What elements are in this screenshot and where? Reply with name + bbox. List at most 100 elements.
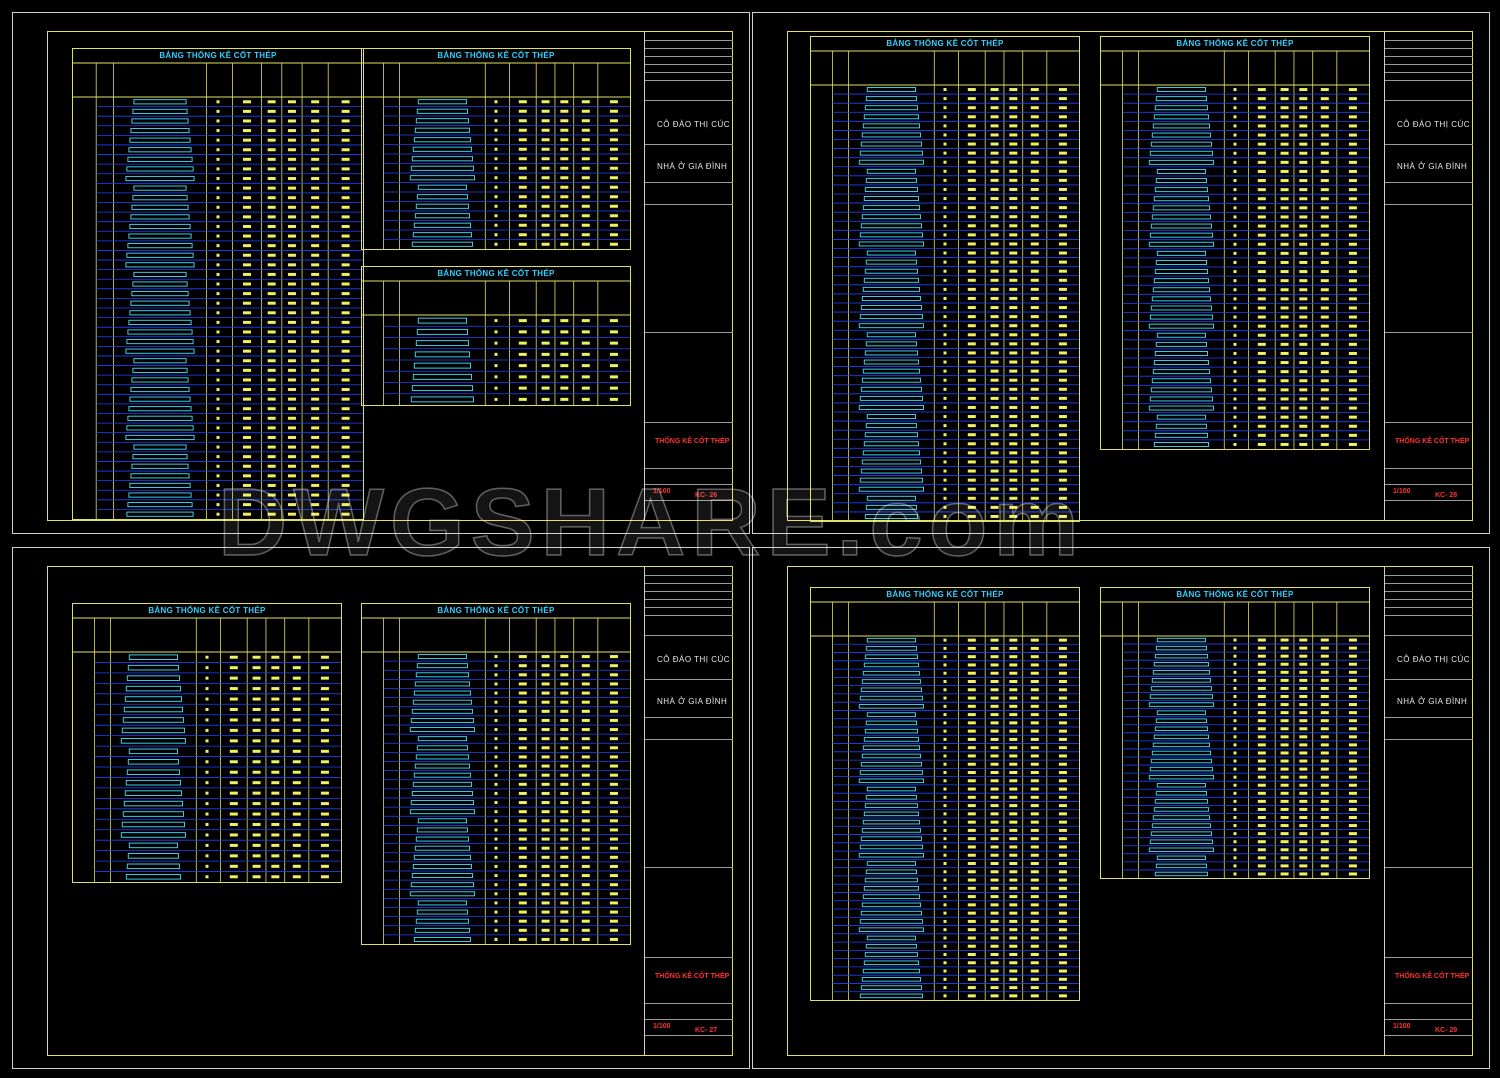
sheet-frame: CÔ ĐÀO THỊ CÚC NHÀ Ở GIA ĐÌNH THỐNG KÊ CỐT… <box>47 31 733 521</box>
value-cell <box>518 728 527 732</box>
value-cell <box>494 319 498 323</box>
title-block-divider <box>645 72 733 73</box>
value-cell <box>1009 969 1018 973</box>
value-cell <box>494 718 498 722</box>
value-cell <box>1233 695 1237 698</box>
value-cell <box>541 319 550 323</box>
value-cell <box>967 895 976 899</box>
value-cell <box>1058 442 1067 446</box>
rebar-shape <box>126 863 180 870</box>
value-cell <box>541 718 550 722</box>
value-cell <box>518 330 527 334</box>
value-cell <box>1257 124 1266 128</box>
value-cell <box>967 415 976 419</box>
rebar-shape <box>412 781 472 787</box>
value-cell <box>1299 791 1308 795</box>
value-cell <box>1030 721 1039 725</box>
value-cell <box>581 764 590 768</box>
value-cell <box>560 846 569 850</box>
value-cell <box>967 977 976 981</box>
value-cell <box>1348 188 1357 192</box>
value-cell <box>1058 928 1067 932</box>
rebar-shape <box>1155 863 1207 869</box>
title-block-divider <box>1385 144 1473 145</box>
rebar-shape <box>863 811 919 817</box>
rebar-shape <box>122 717 184 723</box>
value-cell <box>1030 795 1039 799</box>
title-block-divider <box>645 679 733 680</box>
rebar-shape <box>129 310 191 316</box>
value-cell <box>1030 269 1039 273</box>
value-cell <box>287 416 296 420</box>
value-cell <box>216 263 220 267</box>
value-cell <box>541 883 550 887</box>
value-cell <box>518 810 527 814</box>
value-cell <box>229 812 238 816</box>
value-cell <box>1233 415 1237 419</box>
value-cell <box>1348 124 1357 128</box>
title-block-divider <box>1385 100 1473 101</box>
value-cell <box>292 697 301 701</box>
value-cell <box>967 944 976 948</box>
value-cell <box>1280 151 1289 155</box>
value-cell <box>1233 824 1237 828</box>
value-cell <box>990 424 999 428</box>
value-cell <box>1058 278 1067 282</box>
drawing-title: THỐNG KÊ CỐT THÉP <box>655 973 730 980</box>
rebar-shape <box>858 241 924 247</box>
value-cell <box>560 233 569 237</box>
value-cell <box>1280 686 1289 690</box>
rebar-shape <box>133 358 187 364</box>
value-cell <box>541 864 550 868</box>
value-cell <box>252 843 261 847</box>
value-cell <box>1257 695 1266 698</box>
value-cell <box>1058 133 1067 137</box>
value-cell <box>1280 711 1289 715</box>
rebar-shape <box>1156 855 1206 861</box>
value-cell <box>252 749 261 753</box>
value-cell <box>494 352 498 356</box>
table-grid <box>362 280 630 405</box>
sheet-code: KC- 28 <box>1435 492 1458 499</box>
value-cell <box>518 341 527 345</box>
value-cell <box>1348 361 1357 365</box>
value-cell <box>271 687 280 691</box>
value-cell <box>609 655 618 659</box>
rebar-shape <box>125 874 181 880</box>
value-cell <box>1280 703 1289 707</box>
value-cell <box>1058 324 1067 328</box>
value-cell <box>205 823 209 826</box>
value-cell <box>541 204 550 208</box>
drawing-title: THỐNG KÊ CỐT THÉP <box>1395 973 1470 980</box>
value-cell <box>1257 115 1266 119</box>
rebar-shape <box>126 769 180 775</box>
value-cell <box>1280 124 1289 128</box>
rebar-shape <box>126 339 194 345</box>
value-cell <box>1009 837 1018 841</box>
value-cell <box>1030 133 1039 137</box>
rebar-shape <box>120 832 186 838</box>
value-cell <box>1030 820 1039 824</box>
value-cell <box>518 128 527 132</box>
value-cell <box>320 843 329 847</box>
value-cell <box>271 666 280 670</box>
value-cell <box>1257 324 1266 328</box>
value-cell <box>1058 911 1067 915</box>
value-cell <box>1257 233 1266 237</box>
value-cell <box>311 263 320 267</box>
value-cell <box>541 330 550 334</box>
value-cell <box>541 655 550 659</box>
value-cell <box>243 455 251 459</box>
value-cell <box>243 215 251 219</box>
value-cell <box>990 994 999 998</box>
value-cell <box>1009 928 1018 932</box>
value-cell <box>1348 333 1357 337</box>
value-cell <box>967 994 976 998</box>
rebar-shape <box>1151 378 1211 384</box>
value-cell <box>287 445 296 449</box>
value-cell <box>320 875 329 879</box>
value-cell <box>216 378 220 382</box>
value-cell <box>990 812 999 816</box>
value-cell <box>581 157 590 161</box>
value-cell <box>267 368 276 372</box>
